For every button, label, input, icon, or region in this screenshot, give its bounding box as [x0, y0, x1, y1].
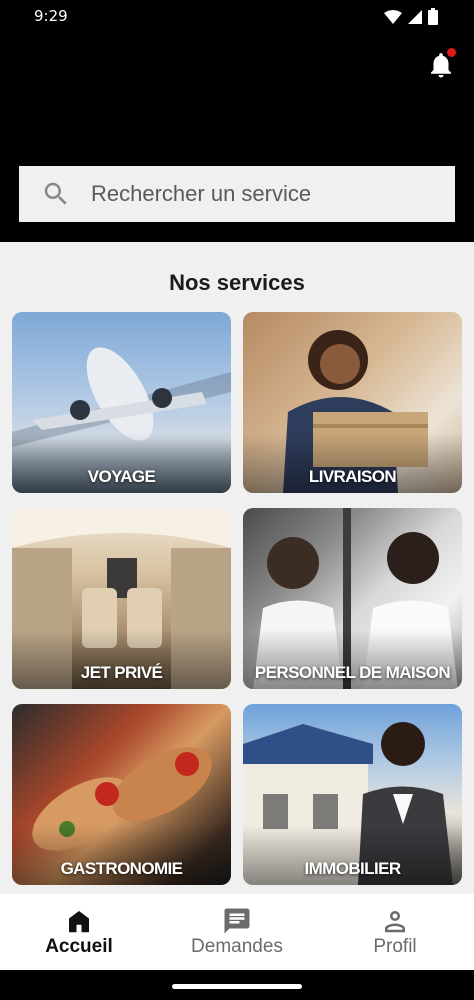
signal-icon	[408, 9, 422, 24]
card-label: PERSONNEL DE MAISON	[254, 663, 451, 682]
card-label: VOYAGE	[87, 467, 156, 486]
search-input[interactable]: Rechercher un service	[19, 166, 455, 222]
home-icon	[69, 911, 89, 933]
chat-icon	[224, 908, 250, 934]
status-time: 9:29	[34, 7, 68, 25]
nav-label: Profil	[373, 936, 417, 957]
card-label: IMMOBILIER	[304, 859, 402, 878]
services-section: Nos services VOYAGE LIVRAISON JET PRIVÉ …	[0, 242, 474, 894]
search-icon	[44, 182, 67, 205]
nav-item-profil[interactable]: Profil	[316, 894, 474, 970]
battery-icon	[428, 8, 438, 25]
service-card-jet-prive[interactable]: JET PRIVÉ	[12, 508, 231, 689]
status-icons	[384, 8, 438, 25]
search-placeholder: Rechercher un service	[91, 181, 312, 206]
service-card-voyage[interactable]: VOYAGE	[12, 312, 231, 493]
section-title: Nos services	[169, 270, 305, 295]
nav-label: Demandes	[191, 936, 283, 957]
service-card-gastronomie[interactable]: GASTRONOMIE	[12, 704, 231, 885]
person-icon	[385, 911, 405, 933]
home-indicator[interactable]	[172, 984, 302, 989]
service-card-livraison[interactable]: LIVRAISON	[243, 312, 462, 493]
bottom-nav: Accueil Demandes Profil	[0, 894, 474, 970]
wifi-icon	[384, 9, 402, 24]
nav-item-demandes[interactable]: Demandes	[158, 894, 316, 970]
nav-item-accueil[interactable]: Accueil	[0, 894, 158, 970]
notification-badge	[447, 48, 456, 57]
nav-label: Accueil	[45, 936, 113, 957]
status-bar: 9:29	[0, 0, 474, 34]
service-card-immobilier[interactable]: IMMOBILIER	[243, 704, 462, 885]
card-label: GASTRONOMIE	[60, 859, 183, 878]
card-label: JET PRIVÉ	[80, 663, 163, 682]
card-label: LIVRAISON	[308, 467, 397, 486]
service-card-personnel-de-maison[interactable]: PERSONNEL DE MAISON	[243, 508, 462, 689]
